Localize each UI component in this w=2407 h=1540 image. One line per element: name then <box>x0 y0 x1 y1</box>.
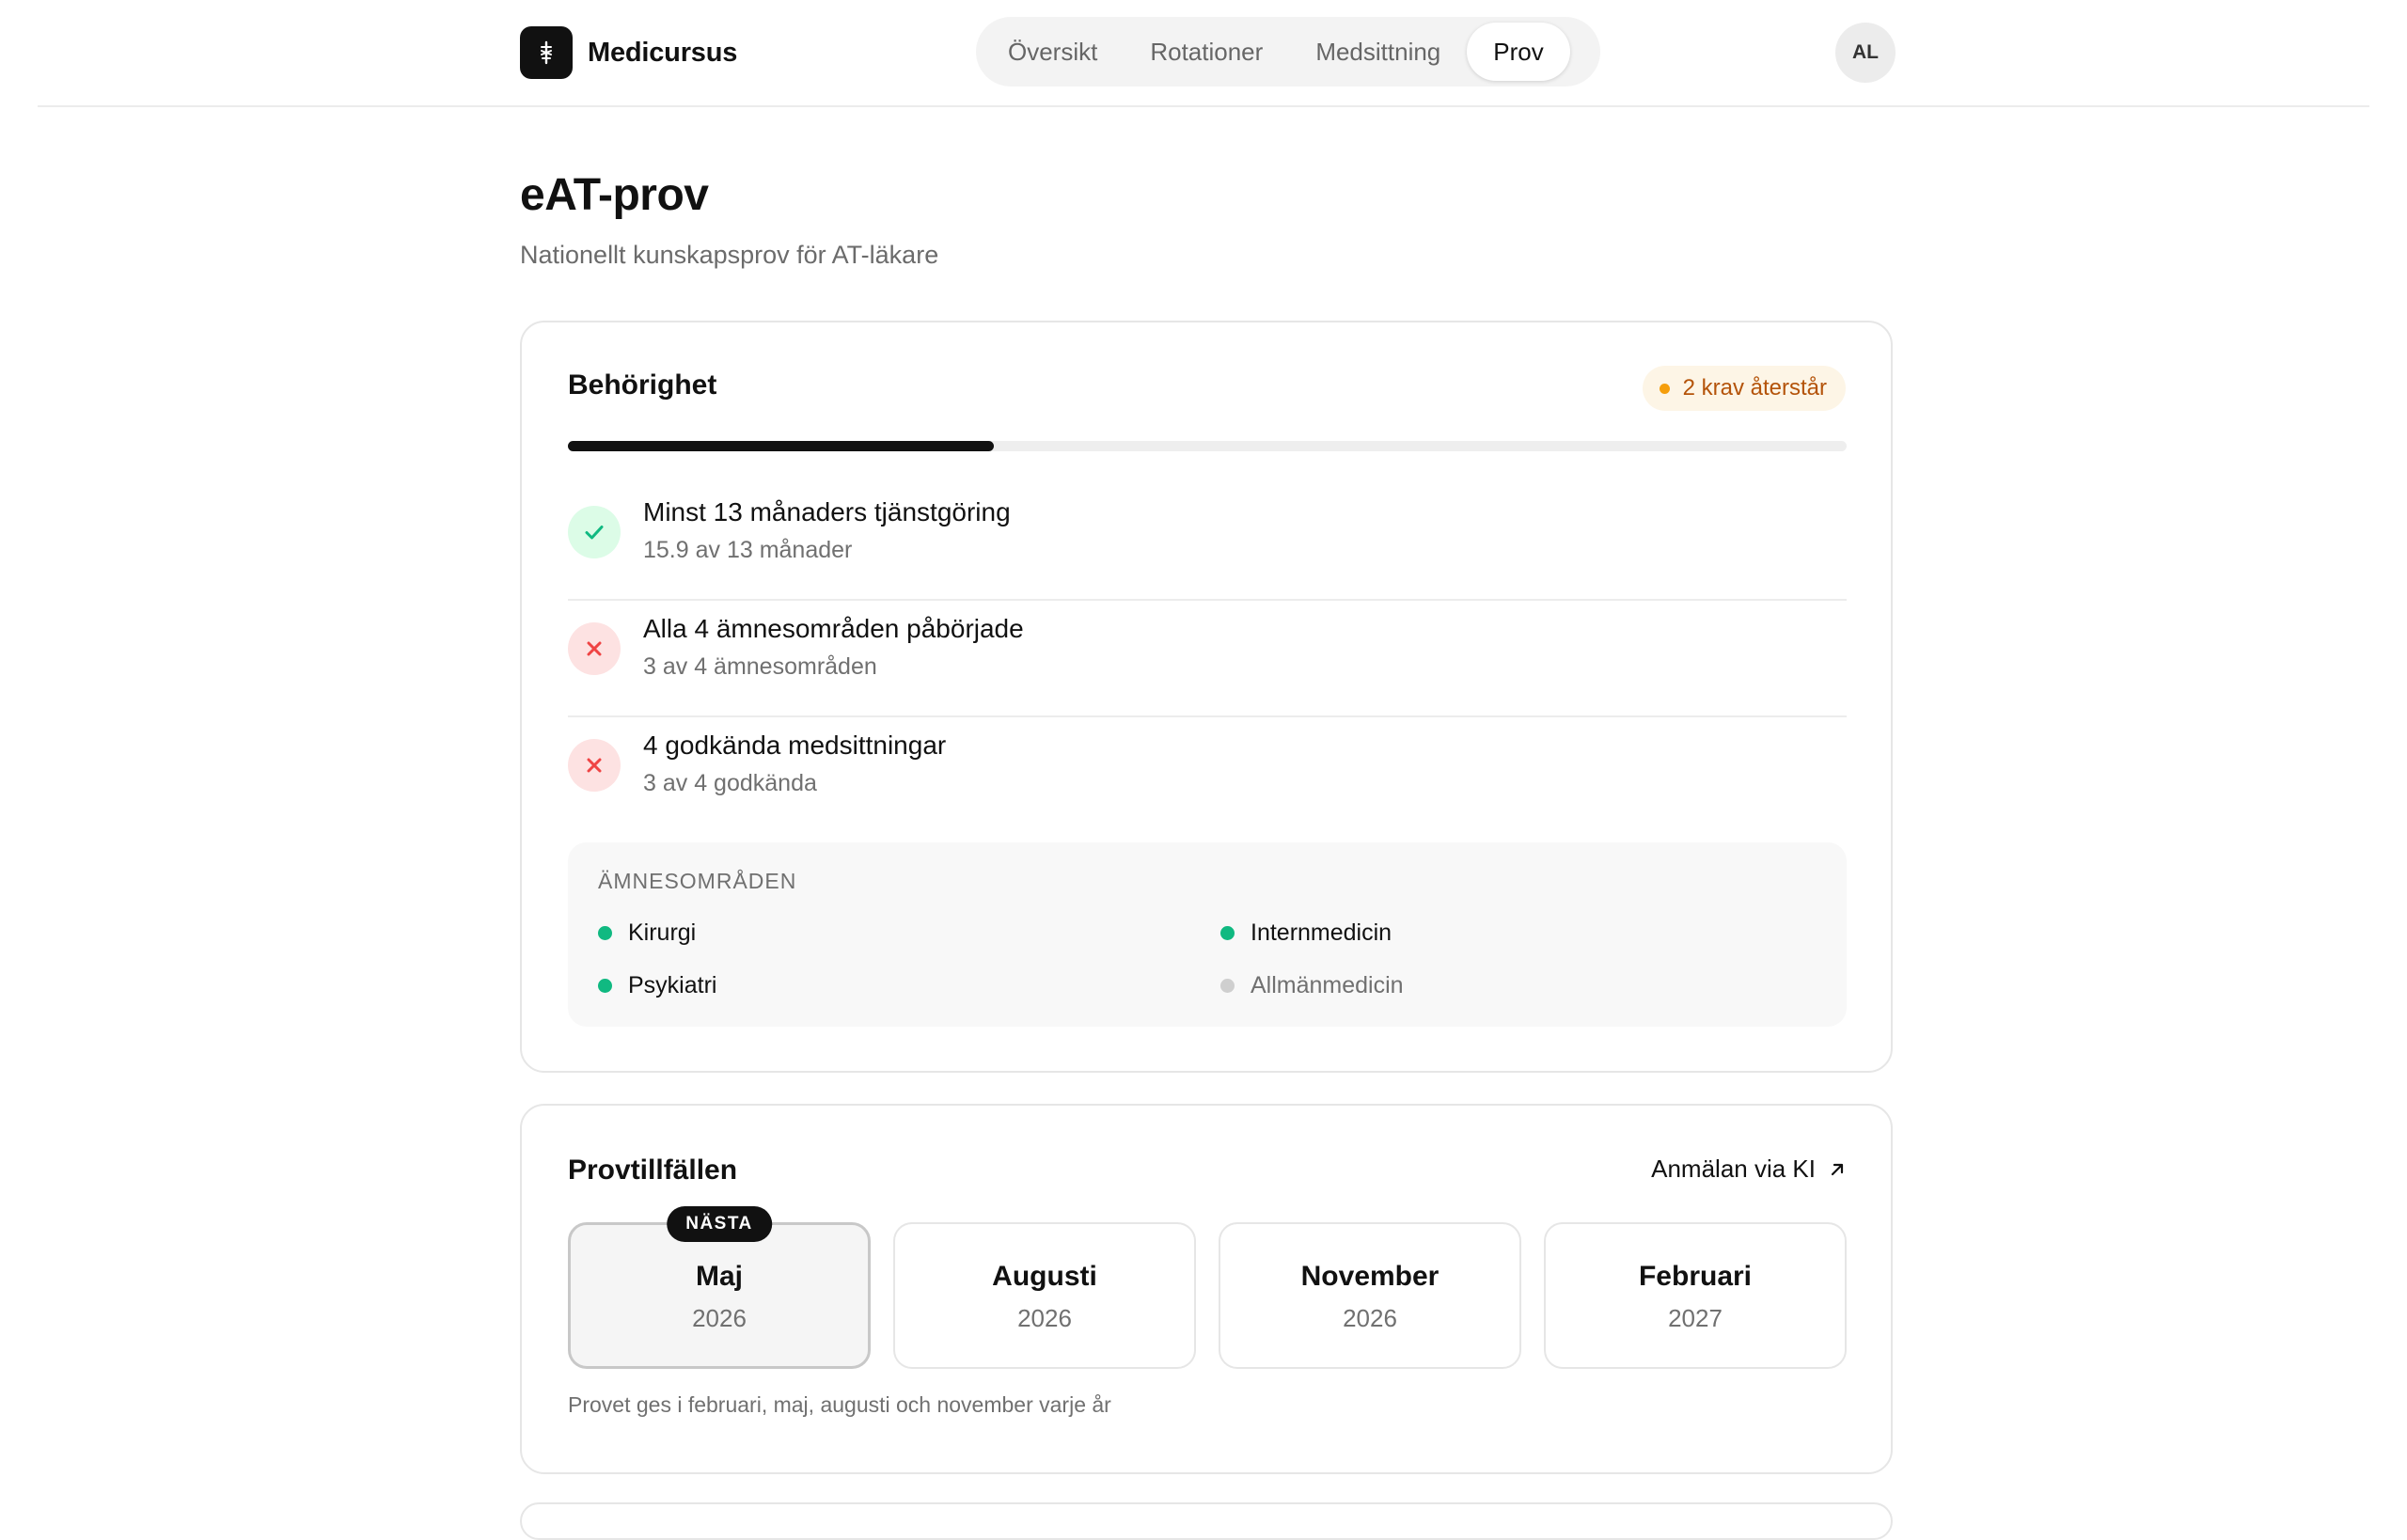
requirement-detail: 15.9 av 13 månader <box>643 537 853 563</box>
caduceus-icon <box>520 26 573 79</box>
session-option-augusti-2026[interactable]: Augusti 2026 <box>893 1222 1196 1369</box>
session-option-februari-2027[interactable]: Februari 2027 <box>1544 1222 1847 1369</box>
top-bar: Medicursus Översikt Rotationer Medsittni… <box>38 0 2369 107</box>
registration-link-label: Anmälan via KI <box>1651 1155 1816 1183</box>
requirement-item: 4 godkända medsittningar 3 av 4 godkända <box>568 717 1847 834</box>
requirement-detail: 3 av 4 ämnesområden <box>643 653 877 680</box>
sessions-title: Provtillfällen <box>568 1155 738 1186</box>
status-text: 2 krav återstår <box>1682 375 1827 401</box>
tab-rotationer[interactable]: Rotationer <box>1124 23 1289 81</box>
sessions-list: NÄSTA Maj 2026 Augusti 2026 November 202… <box>568 1206 1847 1369</box>
area-name: Psykiatri <box>628 972 717 998</box>
cross-icon <box>568 739 621 792</box>
main-nav: Översikt Rotationer Medsittning Prov <box>976 17 1600 86</box>
eligibility-title: Behörighet <box>568 369 717 401</box>
app-name: Medicursus <box>588 37 738 68</box>
requirement-item: Minst 13 månaders tjänstgöring 15.9 av 1… <box>568 484 1847 601</box>
eligibility-progress-fill <box>568 441 994 451</box>
brand[interactable]: Medicursus <box>520 26 737 79</box>
session-option-maj-2026[interactable]: NÄSTA Maj 2026 <box>568 1206 871 1369</box>
area-name: Allmänmedicin <box>1251 972 1404 998</box>
area-item-internmedicin: Internmedicin <box>1220 919 1392 947</box>
status-dot-icon <box>1220 979 1235 993</box>
external-link-icon <box>1831 1163 1844 1175</box>
subject-areas-panel: ÄMNESOMRÅDEN Kirurgi Internmedicin Psyki… <box>568 842 1847 1027</box>
session-year: 2026 <box>1017 1303 1072 1332</box>
area-name: Kirurgi <box>628 919 697 946</box>
next-badge: NÄSTA <box>667 1206 772 1242</box>
user-avatar[interactable]: AL <box>1835 23 1896 83</box>
requirement-detail: 3 av 4 godkända <box>643 770 817 796</box>
status-dot-icon <box>598 979 612 993</box>
session-month: Maj <box>695 1260 743 1292</box>
tab-medsittning[interactable]: Medsittning <box>1289 23 1467 81</box>
areas-label: ÄMNESOMRÅDEN <box>598 869 797 893</box>
registration-link[interactable]: Anmälan via KI <box>1651 1155 1846 1184</box>
next-card <box>520 1502 1893 1540</box>
check-icon <box>568 506 621 558</box>
page-subtitle: Nationellt kunskapsprov för AT-läkare <box>520 241 939 269</box>
requirement-title: Minst 13 månaders tjänstgöring <box>643 497 1011 526</box>
session-year: 2027 <box>1668 1303 1723 1332</box>
requirement-item: Alla 4 ämnesområden påbörjade 3 av 4 ämn… <box>568 601 1847 717</box>
area-item-psykiatri: Psykiatri <box>598 972 716 999</box>
area-item-kirurgi: Kirurgi <box>598 919 696 947</box>
area-item-allmanmedicin: Allmänmedicin <box>1220 972 1404 999</box>
page-title: eAT-prov <box>520 170 709 220</box>
session-month: Februari <box>1638 1260 1753 1292</box>
session-month: November <box>1300 1260 1439 1292</box>
status-dot-icon <box>598 926 612 940</box>
eligibility-card: Behörighet 2 krav återstår Minst 13 måna… <box>520 321 1893 1073</box>
session-year: 2026 <box>1343 1303 1397 1332</box>
session-year: 2026 <box>692 1303 747 1332</box>
sessions-note: Provet ges i februari, maj, augusti och … <box>568 1392 1111 1417</box>
cross-icon <box>568 622 621 675</box>
session-option-november-2026[interactable]: November 2026 <box>1219 1222 1521 1369</box>
exam-sessions-card: Provtillfällen Anmälan via KI NÄSTA Maj … <box>520 1104 1893 1474</box>
tab-prov[interactable]: Prov <box>1467 23 1570 81</box>
eligibility-progress-bar <box>568 441 1847 451</box>
requirements-list: Minst 13 månaders tjänstgöring 15.9 av 1… <box>568 484 1847 834</box>
requirement-title: Alla 4 ämnesområden påbörjade <box>643 614 1024 643</box>
area-name: Internmedicin <box>1251 919 1392 946</box>
session-month: Augusti <box>992 1260 1097 1292</box>
status-dot-icon <box>1220 926 1235 940</box>
status-badge: 2 krav återstår <box>1642 366 1846 411</box>
tab-oversikt[interactable]: Översikt <box>982 23 1124 81</box>
requirement-title: 4 godkända medsittningar <box>643 731 947 760</box>
status-dot-icon <box>1659 383 1670 394</box>
